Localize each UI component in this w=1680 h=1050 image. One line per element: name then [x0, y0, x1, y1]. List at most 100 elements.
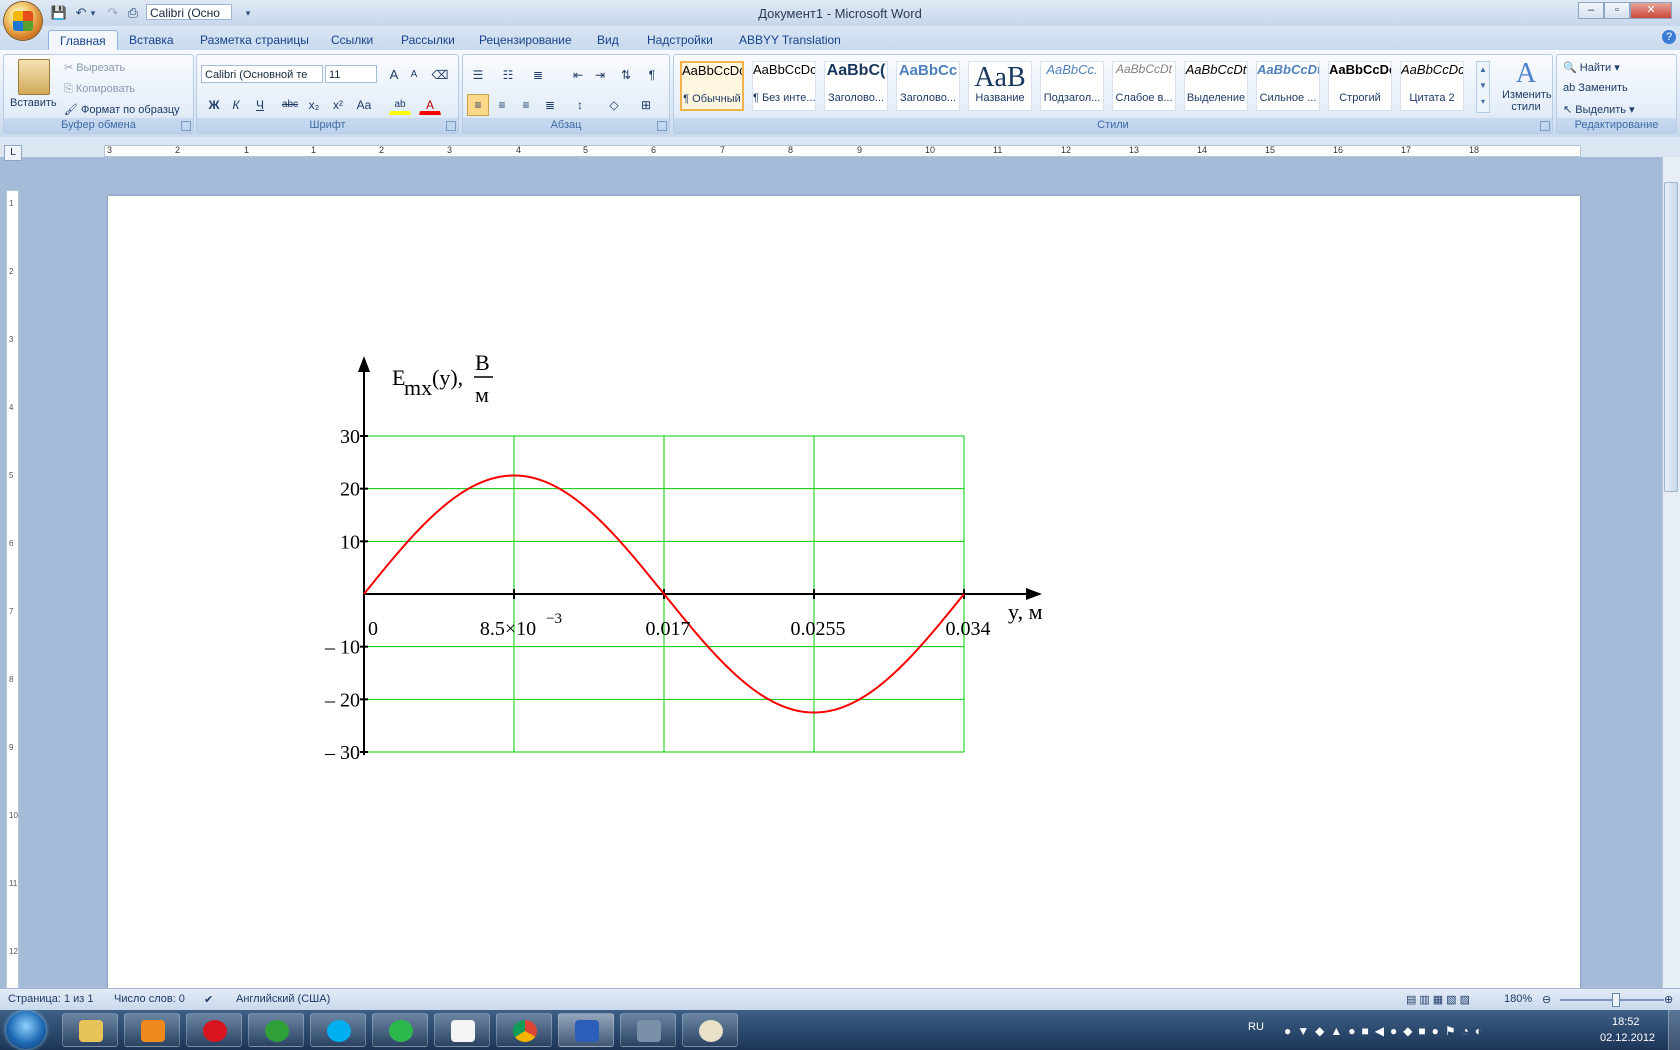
- find-button[interactable]: 🔍 Найти ▾: [1563, 61, 1620, 74]
- font-launcher-icon[interactable]: [446, 121, 456, 131]
- page-count[interactable]: Страница: 1 из 1: [8, 993, 94, 1005]
- paste-icon[interactable]: [18, 59, 50, 95]
- help-icon[interactable]: ?: [1662, 30, 1676, 44]
- paint-app[interactable]: [682, 1013, 738, 1047]
- tab-review[interactable]: Рецензирование: [468, 30, 583, 50]
- align-center-icon[interactable]: ≡: [491, 94, 513, 116]
- view-buttons[interactable]: ▤▥▦▧▨: [1406, 993, 1473, 1006]
- style-item[interactable]: AaBbCcDt Слабое в...: [1112, 61, 1176, 111]
- document-page[interactable]: [108, 196, 1580, 991]
- font-name-box[interactable]: Calibri (Основной те: [201, 65, 323, 83]
- style-item[interactable]: AaBbC(Заголово...: [824, 61, 888, 111]
- styles-launcher-icon[interactable]: [1540, 121, 1550, 131]
- change-case-button[interactable]: Aa: [351, 94, 377, 116]
- format-painter-button[interactable]: 🖌 Формат по образцу: [64, 103, 180, 116]
- borders-icon[interactable]: ⊞: [635, 94, 657, 116]
- italic-button[interactable]: К: [225, 94, 247, 116]
- shading-icon[interactable]: ◇: [603, 94, 625, 116]
- utorrent-app[interactable]: [248, 1013, 304, 1047]
- mail-agent-app[interactable]: [372, 1013, 428, 1047]
- cut-button[interactable]: ✂ Вырезать: [64, 61, 125, 74]
- style-item[interactable]: AaBbCcDt Сильное ...: [1256, 61, 1320, 111]
- word-app[interactable]: [558, 1013, 614, 1047]
- close-button[interactable]: ✕: [1630, 2, 1672, 19]
- subscript-button[interactable]: x₂: [303, 94, 325, 116]
- zoom-level[interactable]: 180%: [1504, 993, 1532, 1005]
- show-marks-icon[interactable]: ¶: [641, 64, 663, 86]
- styles-scroll[interactable]: ▲ ▼ ▾: [1476, 61, 1490, 113]
- tab-addins[interactable]: Надстройки: [636, 30, 724, 50]
- align-right-icon[interactable]: ≡: [515, 94, 537, 116]
- strikethrough-button[interactable]: abc: [279, 94, 301, 116]
- scrollbar-thumb[interactable]: [1664, 182, 1678, 492]
- vertical-ruler[interactable]: 1 2 3 4 5 6 7 8 9 10 11 12: [6, 190, 19, 990]
- explorer-app[interactable]: [62, 1013, 118, 1047]
- sort-icon[interactable]: ⇅: [615, 64, 637, 86]
- style-item[interactable]: AaBbCcDc ¶ Без инте...: [752, 61, 816, 111]
- tab-page-layout[interactable]: Разметка страницы: [189, 30, 320, 50]
- underline-button[interactable]: Ч: [249, 94, 271, 116]
- align-left-icon[interactable]: ≡: [467, 94, 489, 116]
- minimize-button[interactable]: –: [1578, 2, 1604, 19]
- clock-time[interactable]: 18:52: [1612, 1016, 1640, 1028]
- line-spacing-icon[interactable]: ↕: [569, 94, 591, 116]
- clear-format-icon[interactable]: ⌫: [429, 64, 451, 86]
- style-item[interactable]: AaBbCcDc Строгий: [1328, 61, 1392, 111]
- start-button[interactable]: [6, 1011, 46, 1049]
- decrease-indent-icon[interactable]: ⇤: [567, 64, 589, 86]
- tab-abbyy[interactable]: ABBYY Translation: [728, 30, 852, 50]
- editing-group-label: Редактирование: [1557, 118, 1676, 133]
- style-item[interactable]: AaBbCcDc ¶ Обычный: [680, 61, 744, 111]
- select-button[interactable]: ↖ Выделить ▾: [1563, 103, 1635, 116]
- vruler-mark: 3: [9, 335, 14, 344]
- copy-button[interactable]: ⎘ Копировать: [64, 83, 135, 96]
- language-indicator[interactable]: Английский (США): [236, 993, 330, 1005]
- justify-icon[interactable]: ≣: [539, 94, 561, 116]
- change-styles-button[interactable]: A Изменить стили: [1502, 59, 1552, 114]
- tab-view[interactable]: Вид: [586, 30, 630, 50]
- style-item[interactable]: AaB Название: [968, 61, 1032, 111]
- ruler-tab-selector[interactable]: L: [4, 145, 22, 161]
- font-size-box[interactable]: 11: [325, 65, 377, 83]
- opera-app[interactable]: [186, 1013, 242, 1047]
- superscript-button[interactable]: x²: [327, 94, 349, 116]
- bold-button[interactable]: Ж: [203, 94, 225, 116]
- font-color-button[interactable]: A: [419, 94, 441, 115]
- numbering-icon[interactable]: ☷: [497, 64, 519, 86]
- tab-mailings[interactable]: Рассылки: [390, 30, 466, 50]
- paragraph-launcher-icon[interactable]: [657, 121, 667, 131]
- show-desktop-button[interactable]: [1668, 1010, 1680, 1050]
- skype-app[interactable]: [310, 1013, 366, 1047]
- shrink-font-button[interactable]: A: [403, 64, 425, 86]
- bullets-icon[interactable]: ☰: [467, 64, 489, 86]
- media-player-app[interactable]: [124, 1013, 180, 1047]
- style-item[interactable]: AaBbCcDt Выделение: [1184, 61, 1248, 111]
- horizontal-ruler[interactable]: 3 2 1 1 2 3 4 5 6 7 8 9 10 11 12 13 14 15 16 17 18: [104, 145, 1581, 157]
- office-button[interactable]: [4, 2, 42, 40]
- word-count[interactable]: Число слов: 0: [114, 993, 185, 1005]
- clock-date[interactable]: 02.12.2012: [1600, 1032, 1655, 1044]
- notepad-app[interactable]: [434, 1013, 490, 1047]
- zoom-out-icon[interactable]: ⊖: [1542, 993, 1551, 1006]
- zoom-slider-thumb[interactable]: [1612, 993, 1620, 1007]
- grow-font-button[interactable]: A: [383, 64, 405, 86]
- style-item[interactable]: AaBbCc. Подзагол...: [1040, 61, 1104, 111]
- paste-button[interactable]: Вставить: [10, 97, 57, 109]
- style-item[interactable]: AaBbCcDc Цитата 2: [1400, 61, 1464, 111]
- multilevel-list-icon[interactable]: ≣: [527, 64, 549, 86]
- replace-button[interactable]: ab Заменить: [1563, 82, 1628, 94]
- tray-icons[interactable]: ●▼◆▲●■◀●◆■●⚑◔◐: [1284, 1024, 1488, 1038]
- tab-home[interactable]: Главная: [48, 30, 118, 51]
- zoom-in-icon[interactable]: ⊕: [1664, 993, 1673, 1006]
- spellcheck-icon[interactable]: ✔: [204, 993, 213, 1006]
- maximize-button[interactable]: ▫: [1604, 2, 1630, 19]
- increase-indent-icon[interactable]: ⇥: [589, 64, 611, 86]
- highlight-button[interactable]: ab: [389, 94, 411, 115]
- tab-insert[interactable]: Вставка: [118, 30, 185, 50]
- clipboard-launcher-icon[interactable]: [181, 121, 191, 131]
- mathcad-app[interactable]: [620, 1013, 676, 1047]
- style-item[interactable]: AaBbCc Заголово...: [896, 61, 960, 111]
- language-tray[interactable]: RU: [1248, 1021, 1264, 1033]
- chrome-app[interactable]: [496, 1013, 552, 1047]
- tab-references[interactable]: Ссылки: [320, 30, 384, 50]
